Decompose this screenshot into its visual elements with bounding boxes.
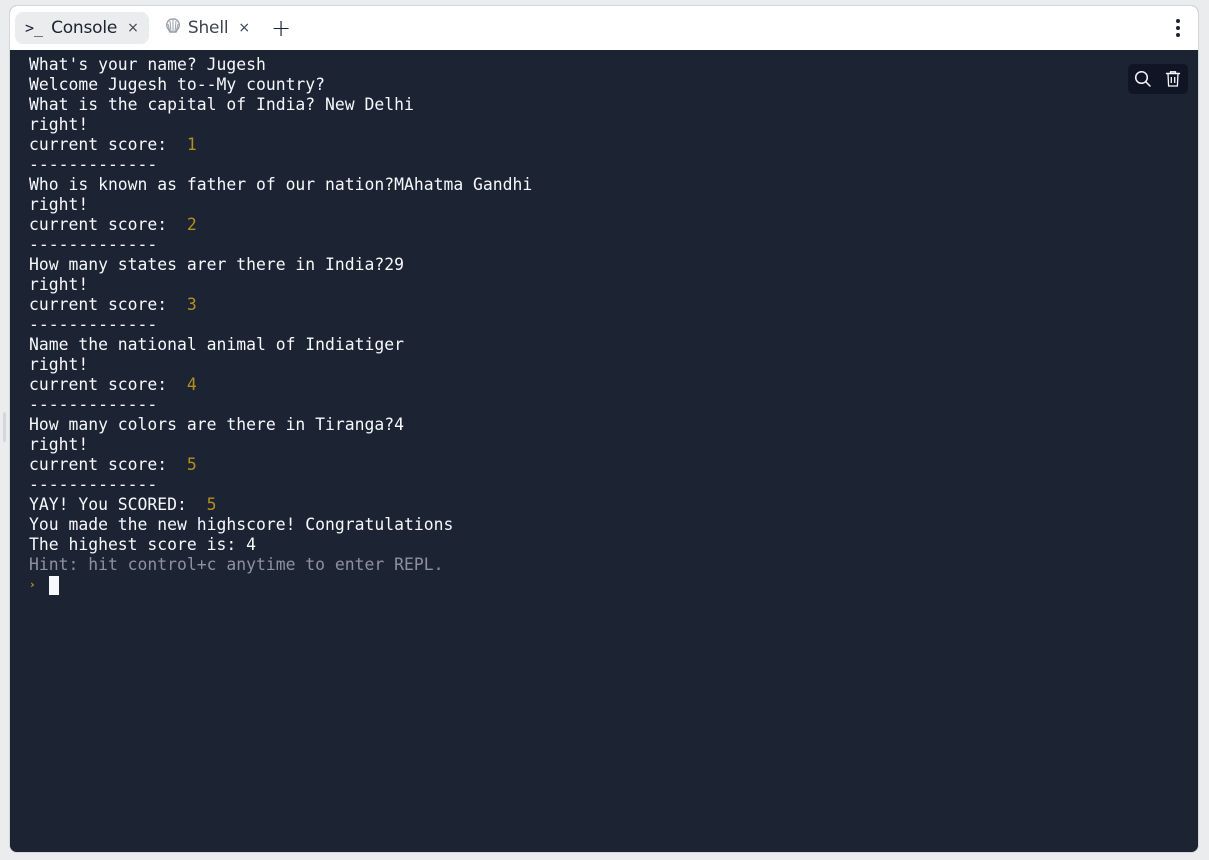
score-value: 5 <box>186 455 197 474</box>
console-line: right! <box>29 195 1198 215</box>
terminal-icon: >_ <box>25 19 44 37</box>
console-line: current score: 4 <box>29 375 1198 395</box>
tab-console-label: Console <box>51 18 118 38</box>
console-hint: Hint: hit control+c anytime to enter REP… <box>29 555 444 574</box>
console-line-text: How many states arer there in India?29 <box>29 255 404 274</box>
console-line-text: Who is known as father of our nation?MAh… <box>29 175 533 194</box>
console-line: What's your name? Jugesh <box>29 55 1198 75</box>
tab-bar: >_ Console × Shell × + <box>10 6 1198 50</box>
clear-console-button[interactable] <box>1158 64 1188 94</box>
console-line-text: right! <box>29 275 89 294</box>
console-line: ------------- <box>29 155 1198 175</box>
console-line: The highest score is: 4 <box>29 535 1198 555</box>
console-line: ------------- <box>29 315 1198 335</box>
tab-console[interactable]: >_ Console × <box>15 12 149 44</box>
console-line-text: ------------- <box>29 475 158 494</box>
console-line: right! <box>29 115 1198 135</box>
console-line-text: YAY! You SCORED: <box>29 495 207 514</box>
console-prompt[interactable]: › <box>29 575 1198 595</box>
prompt-chevron-icon: › <box>29 578 36 591</box>
console-line-text: right! <box>29 115 89 134</box>
console-line-text: How many colors are there in Tiranga?4 <box>29 415 404 434</box>
console-line: current score: 5 <box>29 455 1198 475</box>
console-line: ------------- <box>29 395 1198 415</box>
close-tab-shell-icon[interactable]: × <box>238 20 250 36</box>
console-line: Name the national animal of Indiatiger <box>29 335 1198 355</box>
console-line-text: ------------- <box>29 315 158 334</box>
console-line-text: ------------- <box>29 155 158 174</box>
console-line: current score: 3 <box>29 295 1198 315</box>
pane-resize-handle[interactable] <box>3 412 6 442</box>
close-tab-console-icon[interactable]: × <box>127 20 139 36</box>
console-line-text: ------------- <box>29 235 158 254</box>
tab-shell[interactable]: Shell × <box>154 12 260 44</box>
console-line: Welcome Jugesh to--My country? <box>29 75 1198 95</box>
console-line-text: current score: <box>29 455 187 474</box>
console-window: >_ Console × Shell × + What's your name?… <box>9 5 1199 853</box>
console-line-text: The highest score is: 4 <box>29 535 256 554</box>
console-line-text: ------------- <box>29 395 158 414</box>
console-actions <box>1128 64 1188 94</box>
console-line: ------------- <box>29 235 1198 255</box>
console-lines: What's your name? Jugesh Welcome Jugesh t… <box>29 55 1198 555</box>
score-value: 5 <box>206 495 217 514</box>
console-line-text: current score: <box>29 295 187 314</box>
console-line: How many states arer there in India?29 <box>29 255 1198 275</box>
console-line-text: right! <box>29 355 89 374</box>
console-output[interactable]: What's your name? Jugesh Welcome Jugesh t… <box>10 50 1198 852</box>
console-line-text: What's your name? Jugesh <box>29 55 266 74</box>
add-tab-button[interactable]: + <box>266 14 296 42</box>
console-line: right! <box>29 275 1198 295</box>
search-button[interactable] <box>1128 64 1158 94</box>
trash-icon <box>1165 71 1181 87</box>
console-line: current score: 1 <box>29 135 1198 155</box>
score-value: 1 <box>186 135 197 154</box>
console-line: Who is known as father of our nation?MAh… <box>29 175 1198 195</box>
console-line-text: right! <box>29 195 89 214</box>
console-line: current score: 2 <box>29 215 1198 235</box>
console-line-text: You made the new highscore! Congratulati… <box>29 515 454 534</box>
search-icon <box>1134 70 1151 87</box>
score-value: 3 <box>186 295 197 314</box>
score-value: 4 <box>186 375 197 394</box>
score-value: 2 <box>186 215 197 234</box>
console-line: right! <box>29 435 1198 455</box>
console-line: What is the capital of India? New Delhi <box>29 95 1198 115</box>
console-line-text: current score: <box>29 215 187 234</box>
console-line-text: current score: <box>29 375 187 394</box>
more-options-icon[interactable] <box>1168 16 1188 40</box>
tab-shell-label: Shell <box>187 18 229 38</box>
console-line: You made the new highscore! Congratulati… <box>29 515 1198 535</box>
console-line: ------------- <box>29 475 1198 495</box>
console-line-text: What is the capital of India? New Delhi <box>29 95 414 114</box>
console-line-text: Welcome Jugesh to--My country? <box>29 75 326 94</box>
console-line-text: right! <box>29 435 89 454</box>
text-cursor <box>49 575 59 595</box>
console-line: right! <box>29 355 1198 375</box>
console-line-text: current score: <box>29 135 187 154</box>
shell-icon <box>164 17 182 39</box>
console-line: YAY! You SCORED: 5 <box>29 495 1198 515</box>
console-line-text: Name the national animal of Indiatiger <box>29 335 404 354</box>
console-line: How many colors are there in Tiranga?4 <box>29 415 1198 435</box>
